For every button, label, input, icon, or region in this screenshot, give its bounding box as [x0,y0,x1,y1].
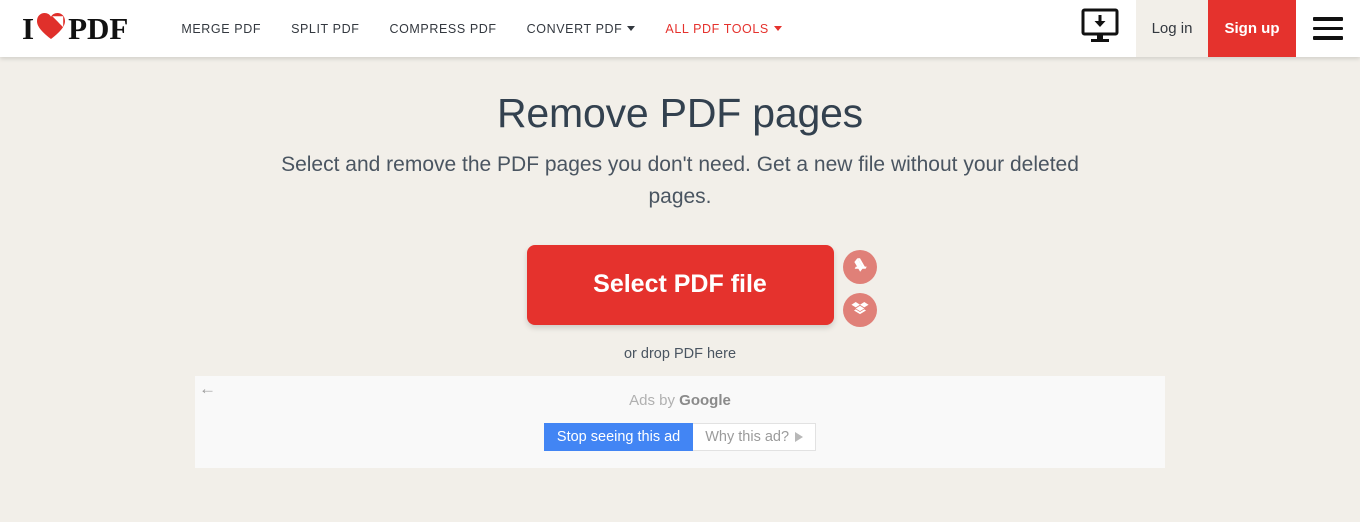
header-actions: Log in Sign up [1064,0,1360,57]
why-this-ad-label: Why this ad? [705,429,790,445]
why-this-ad-button[interactable]: Why this ad? [693,423,817,451]
nav-label: MERGE PDF [181,21,262,36]
hamburger-bar [1313,36,1343,40]
nav-item-merge-pdf[interactable]: MERGE PDF [166,22,276,36]
nav-item-all-pdf-tools[interactable]: ALL PDF TOOLS [650,22,796,36]
main-content: Remove PDF pages Select and remove the P… [0,57,1360,362]
chevron-down-icon [627,26,636,31]
select-pdf-file-button[interactable]: Select PDF file [526,244,834,325]
ad-attribution-brand: Google [679,392,731,409]
chevron-down-icon [773,26,782,31]
advertisement-panel: ← Ads by Google Stop seeing this ad Why … [195,376,1165,468]
drop-file-hint: or drop PDF here [623,345,737,362]
nav-label: COMPRESS PDF [389,21,497,36]
heart-icon [36,12,66,45]
cloud-import-buttons [843,249,877,327]
ad-action-buttons: Stop seeing this ad Why this ad? [195,423,1165,451]
play-triangle-icon [795,432,804,442]
main-nav: MERGE PDF SPLIT PDF COMPRESS PDF CONVERT… [166,0,797,57]
nav-label: ALL PDF TOOLS [665,21,769,36]
upload-area: Select PDF file [0,244,1360,327]
hamburger-menu-icon[interactable] [1296,0,1360,57]
login-button[interactable]: Log in [1136,0,1208,57]
logo-text-after: PDF [68,11,129,46]
nav-item-convert-pdf[interactable]: CONVERT PDF [512,22,651,36]
desktop-download-icon [1080,8,1120,49]
page-root: I PDF MERGE PDF SPLIT PDF COMPRESS PDF C… [0,0,1360,522]
nav-label: CONVERT PDF [526,21,623,36]
dropbox-button[interactable] [843,292,877,327]
page-title: Remove PDF pages [497,90,863,136]
ad-attribution: Ads by Google [195,392,1165,409]
login-label: Log in [1151,20,1193,37]
desktop-download-button[interactable] [1064,0,1136,57]
google-drive-button[interactable] [843,249,877,284]
nav-label: SPLIT PDF [291,21,360,36]
nav-item-compress-pdf[interactable]: COMPRESS PDF [374,22,511,36]
signup-label: Sign up [1224,20,1280,37]
hamburger-bar [1313,26,1343,31]
google-drive-icon [851,256,869,277]
stop-seeing-ad-button[interactable]: Stop seeing this ad [543,423,694,451]
logo-text-before: I [22,11,35,46]
signup-button[interactable]: Sign up [1208,0,1296,57]
nav-item-split-pdf[interactable]: SPLIT PDF [276,22,374,36]
site-header: I PDF MERGE PDF SPLIT PDF COMPRESS PDF C… [0,0,1360,57]
page-subtitle: Select and remove the PDF pages you don'… [281,153,1079,208]
logo[interactable]: I PDF [0,0,138,57]
dropbox-icon [851,299,869,320]
ad-attribution-prefix: Ads by [629,392,675,409]
hamburger-bar [1313,17,1343,21]
